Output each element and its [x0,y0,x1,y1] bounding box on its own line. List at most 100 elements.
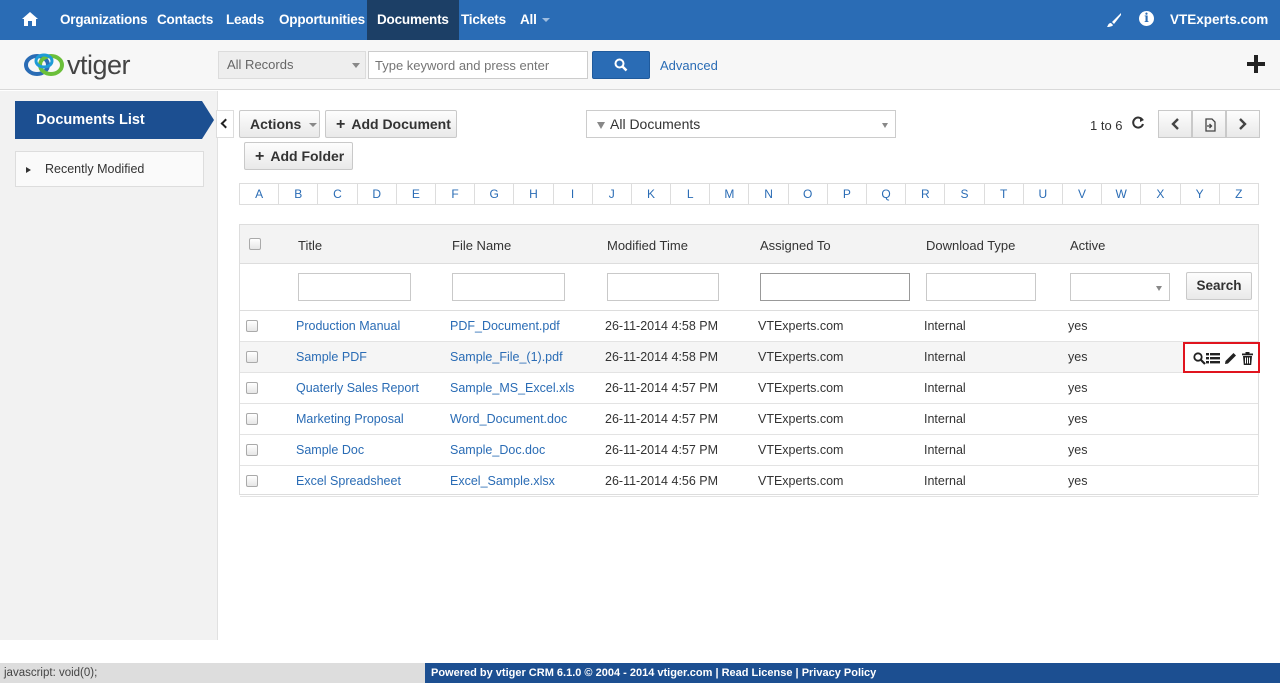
row-checkbox[interactable] [246,351,258,363]
next-page-button[interactable] [1226,110,1260,138]
column-active[interactable]: Active [1070,225,1105,266]
row-file-name[interactable]: Word_Document.doc [450,404,567,435]
alphabet-letter[interactable]: Q [867,184,907,204]
add-document-button[interactable]: + Add Document [325,110,457,138]
alphabet-letter[interactable]: T [985,184,1024,204]
home-icon[interactable] [21,10,39,28]
magnifier-icon[interactable] [1193,352,1206,365]
nav-leads[interactable]: Leads [216,0,274,40]
alphabet-letter[interactable]: W [1102,184,1142,204]
alphabet-letter[interactable]: N [749,184,789,204]
collapse-sidebar-button[interactable] [216,110,234,138]
filename-search-input[interactable] [452,273,565,301]
download-type-search-input[interactable] [926,273,1036,301]
row-assigned-to: VTExperts.com [758,474,844,488]
row-assigned-to: VTExperts.com [758,350,844,364]
row-assigned-to: VTExperts.com [758,443,844,457]
chevron-right-icon [1239,118,1247,130]
row-title[interactable]: Excel Spreadsheet [296,466,401,497]
nav-organizations[interactable]: Organizations [50,0,157,40]
table-row[interactable]: Sample PDF Sample_File_(1).pdf 26-11-2014 … [240,342,1260,373]
add-folder-button[interactable]: + Add Folder [244,142,353,170]
alphabet-letter[interactable]: Y [1181,184,1220,204]
row-title[interactable]: Marketing Proposal [296,404,404,435]
global-search-input[interactable] [368,51,588,79]
alphabet-letter[interactable]: P [828,184,867,204]
record-type-select[interactable]: All Records [218,51,366,79]
table-row[interactable]: Marketing Proposal Word_Document.doc 26-11… [240,404,1258,435]
assigned-to-search-input[interactable] [760,273,910,301]
quick-create-plus-icon[interactable] [1246,54,1266,74]
row-file-name[interactable]: Sample_MS_Excel.xls [450,373,574,404]
column-download-type[interactable]: Download Type [926,225,1015,266]
info-icon[interactable]: i [1139,11,1154,26]
alphabet-letter[interactable]: J [593,184,632,204]
recently-modified-toggle[interactable]: Recently Modified [15,151,204,187]
pencil-icon[interactable] [1224,352,1237,365]
row-modified-time: 26-11-2014 4:57 PM [605,443,719,457]
alphabet-letter[interactable]: G [475,184,515,204]
column-modified-time[interactable]: Modified Time [607,225,688,266]
paintbrush-icon[interactable] [1106,12,1122,28]
nav-opportunities[interactable]: Opportunities [269,0,375,40]
alphabet-letter[interactable]: B [279,184,319,204]
alphabet-letter[interactable]: Z [1220,184,1258,204]
modified-time-search-input[interactable] [607,273,719,301]
documents-list-header[interactable]: Documents List [15,101,214,139]
refresh-icon[interactable] [1131,116,1145,130]
alphabet-letter[interactable]: I [554,184,593,204]
custom-view-filter[interactable]: All Documents [586,110,896,138]
alphabet-letter[interactable]: E [397,184,436,204]
select-all-checkbox[interactable] [249,238,261,250]
row-file-name[interactable]: Excel_Sample.xlsx [450,466,555,497]
vtiger-logo[interactable]: vtiger [23,50,163,82]
row-title[interactable]: Quaterly Sales Report [296,373,419,404]
column-search-button[interactable]: Search [1186,272,1252,300]
alphabet-letter[interactable]: S [945,184,985,204]
alphabet-letter[interactable]: D [358,184,397,204]
row-checkbox[interactable] [246,475,258,487]
nav-tickets[interactable]: Tickets [451,0,516,40]
row-title[interactable]: Production Manual [296,311,400,342]
previous-page-button[interactable] [1158,110,1192,138]
alphabet-letter[interactable]: H [514,184,554,204]
trash-icon[interactable] [1242,352,1253,365]
row-title[interactable]: Sample PDF [296,342,367,373]
alphabet-letter[interactable]: O [789,184,828,204]
alphabet-letter[interactable]: F [436,184,476,204]
table-row[interactable]: Production Manual PDF_Document.pdf 26-11-2… [240,311,1258,342]
alphabet-letter[interactable]: M [710,184,750,204]
row-checkbox[interactable] [246,382,258,394]
active-search-select[interactable] [1070,273,1170,301]
row-checkbox[interactable] [246,320,258,332]
column-title[interactable]: Title [298,225,322,266]
alphabet-letter[interactable]: U [1024,184,1063,204]
alphabet-letter[interactable]: X [1141,184,1181,204]
table-row[interactable]: Sample Doc Sample_Doc.doc 26-11-2014 4:57 … [240,435,1258,466]
row-checkbox[interactable] [246,444,258,456]
column-file-name[interactable]: File Name [452,225,511,266]
row-file-name[interactable]: Sample_File_(1).pdf [450,342,563,373]
list-icon[interactable] [1206,352,1220,364]
row-file-name[interactable]: Sample_Doc.doc [450,435,545,466]
alphabet-letter[interactable]: V [1063,184,1103,204]
row-checkbox[interactable] [246,413,258,425]
table-row[interactable]: Quaterly Sales Report Sample_MS_Excel.xls… [240,373,1258,404]
alphabet-letter[interactable]: A [240,184,280,204]
row-title[interactable]: Sample Doc [296,435,364,466]
jump-to-page-button[interactable] [1192,110,1226,138]
nav-contacts[interactable]: Contacts [147,0,223,40]
alphabet-letter[interactable]: C [318,184,358,204]
row-file-name[interactable]: PDF_Document.pdf [450,311,560,342]
advanced-search-link[interactable]: Advanced [660,58,718,73]
alphabet-letter[interactable]: R [906,184,946,204]
column-assigned-to[interactable]: Assigned To [760,225,831,266]
actions-button[interactable]: Actions [239,110,320,138]
alphabet-letter[interactable]: K [632,184,672,204]
nav-documents[interactable]: Documents [367,0,459,40]
nav-all-menu[interactable]: All [510,0,560,40]
table-row[interactable]: Excel Spreadsheet Excel_Sample.xlsx 26-11-… [240,466,1258,497]
global-search-button[interactable] [592,51,650,79]
alphabet-letter[interactable]: L [671,184,711,204]
title-search-input[interactable] [298,273,411,301]
